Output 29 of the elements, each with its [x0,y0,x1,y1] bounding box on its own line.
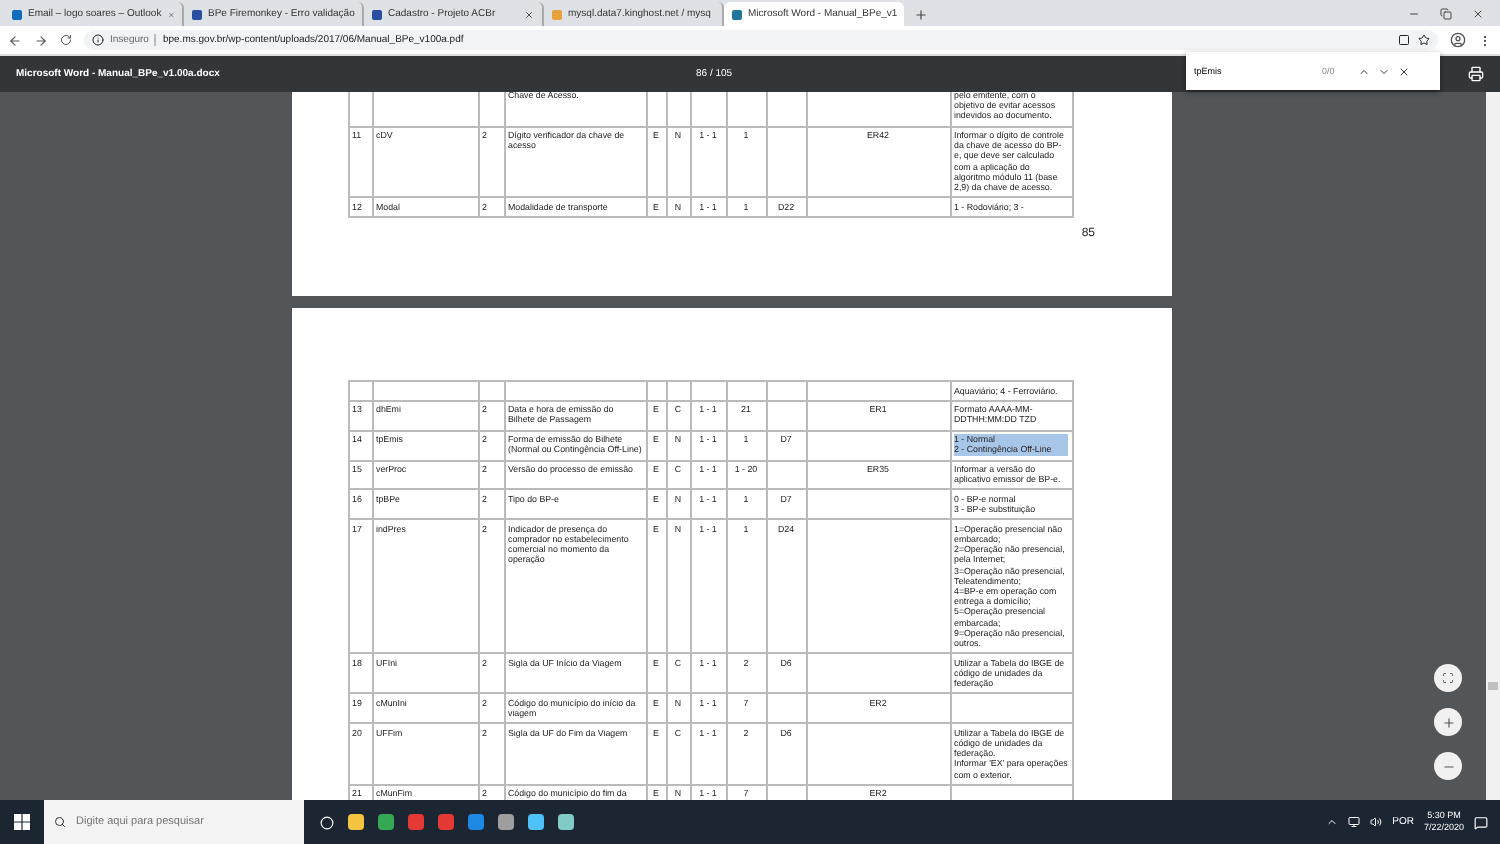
notification-icon[interactable] [1474,815,1488,829]
scrollbar[interactable] [1486,92,1500,800]
page-icon[interactable] [1398,34,1410,46]
circle-icon[interactable] [320,815,334,829]
reload-icon[interactable] [60,34,72,46]
site-icon [192,9,202,19]
volume-icon[interactable] [1370,816,1383,828]
network-icon[interactable] [1348,816,1361,828]
previous-icon[interactable] [1358,65,1371,77]
scrollbar-thumb[interactable] [1488,682,1498,690]
windows-logo-icon[interactable] [14,814,30,830]
site-icon [732,9,742,19]
print-icon[interactable] [1468,66,1484,82]
close-icon[interactable] [1398,65,1411,77]
back-icon[interactable] [8,33,22,47]
next-icon[interactable] [1378,65,1391,77]
site-icon [12,9,22,19]
menu-icon[interactable] [1478,33,1492,47]
forward-icon[interactable] [34,33,48,47]
site-icon [552,9,562,19]
chevron-up-icon[interactable] [1326,816,1339,828]
restore-icon[interactable] [1440,8,1452,20]
profile-icon[interactable] [1450,32,1466,48]
close-icon[interactable] [1472,8,1484,20]
bookmark-star-icon[interactable] [1418,34,1430,46]
site-icon [372,9,382,19]
plus-icon [1441,715,1455,729]
info-icon[interactable] [92,34,104,46]
new-tab-icon[interactable] [914,8,928,22]
